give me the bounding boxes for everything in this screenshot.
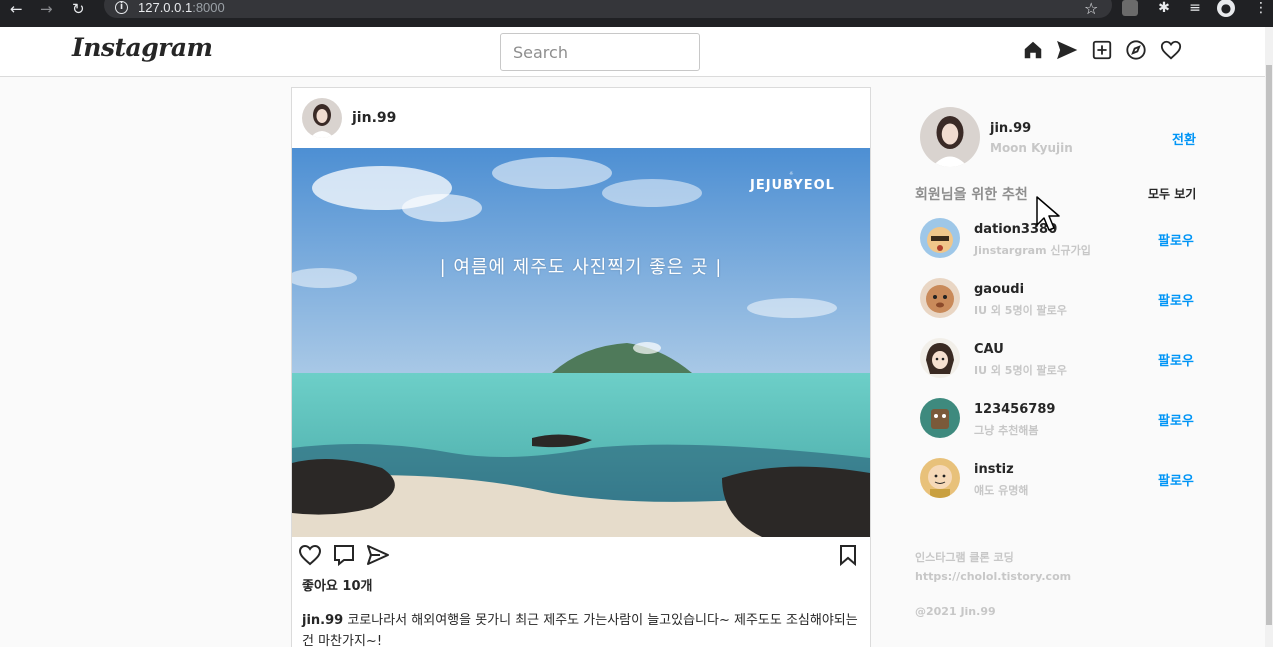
- mouse-cursor-icon: [1036, 196, 1060, 231]
- suggestion-avatar[interactable]: [920, 398, 960, 438]
- image-brand-text: JEJUBYEOL: [750, 178, 835, 193]
- new-post-icon[interactable]: [1091, 39, 1113, 61]
- follow-button[interactable]: 팔로우: [1158, 470, 1194, 489]
- suggestion-reason: IU 외 5명이 팔로우: [974, 364, 1067, 377]
- menu-icon[interactable]: ⋮: [1252, 0, 1270, 17]
- footer-info: 인스타그램 클론 코딩 https://cholol.tistory.com: [915, 548, 1071, 586]
- suggestion-item: CAU IU 외 5명이 팔로우 팔로우: [0, 338, 1265, 383]
- explore-icon[interactable]: [1125, 39, 1147, 61]
- suggestion-reason: 그냥 추천해봄: [974, 424, 1039, 437]
- switch-account-button[interactable]: 전환: [1172, 129, 1196, 148]
- footer-project-title: 인스타그램 클론 코딩: [915, 551, 1014, 564]
- suggestion-reason: IU 외 5명이 팔로우: [974, 304, 1067, 317]
- footer-copyright: @2021 Jin.99: [915, 605, 996, 618]
- puzzle-icon[interactable]: ✱: [1155, 0, 1173, 17]
- post-caption: jin.99 코로나라서 해외여행을 못가니 최근 제주도 가는사람이 늘고있습…: [302, 610, 862, 647]
- post-header: jin.99: [292, 88, 870, 148]
- top-nav: Instagram: [0, 27, 1265, 77]
- forward-icon[interactable]: →: [40, 0, 53, 18]
- suggestion-item: instiz 얘도 유명해 팔로우: [0, 458, 1265, 503]
- follow-button[interactable]: 팔로우: [1158, 230, 1194, 249]
- follow-button[interactable]: 팔로우: [1158, 350, 1194, 369]
- my-full-name: Moon Kyujin: [990, 141, 1073, 155]
- page-scrollbar[interactable]: [1265, 27, 1273, 647]
- suggestion-username[interactable]: CAU: [974, 342, 1004, 357]
- see-all-button[interactable]: 모두 보기: [1148, 185, 1196, 202]
- suggestion-item: gaoudi IU 외 5명이 팔로우 팔로우: [0, 278, 1265, 323]
- suggestion-reason: 얘도 유명해: [974, 484, 1029, 497]
- instagram-logo[interactable]: Instagram: [72, 33, 213, 62]
- suggestion-username[interactable]: gaoudi: [974, 282, 1024, 297]
- share-icon[interactable]: [366, 543, 390, 567]
- profile-icon[interactable]: ●: [1217, 0, 1235, 17]
- suggestion-item: 123456789 그냥 추천해봄 팔로우: [0, 398, 1265, 443]
- suggestion-reason: Jinstargram 신규가입: [974, 244, 1091, 257]
- url-text[interactable]: 127.0.0.1:8000: [138, 0, 225, 16]
- suggestions-title: 회원님을 위한 추천: [915, 187, 1028, 203]
- bookmark-icon[interactable]: [836, 543, 860, 567]
- follow-button[interactable]: 팔로우: [1158, 410, 1194, 429]
- like-heart-icon[interactable]: [298, 543, 322, 567]
- activity-heart-icon[interactable]: [1160, 39, 1182, 61]
- my-avatar[interactable]: [920, 107, 980, 167]
- direct-icon[interactable]: [1056, 39, 1078, 61]
- search-input[interactable]: [500, 33, 700, 71]
- browser-toolbar: ← → ↻ i 127.0.0.1:8000 ☆ ✱ ≡ ● ⋮: [0, 0, 1273, 27]
- suggestion-username[interactable]: 123456789: [974, 402, 1055, 417]
- suggestion-avatar[interactable]: [920, 338, 960, 378]
- comment-icon[interactable]: [332, 543, 356, 567]
- suggestion-username[interactable]: instiz: [974, 462, 1014, 477]
- bookmark-star-icon[interactable]: ☆: [1084, 0, 1098, 18]
- like-count[interactable]: 좋아요 10개: [302, 575, 372, 594]
- home-icon[interactable]: [1022, 39, 1044, 61]
- suggestion-avatar[interactable]: [920, 458, 960, 498]
- follow-button[interactable]: 팔로우: [1158, 290, 1194, 309]
- footer-link[interactable]: https://cholol.tistory.com: [915, 567, 1071, 586]
- site-info-icon[interactable]: i: [115, 1, 128, 14]
- my-username[interactable]: jin.99: [990, 121, 1031, 136]
- image-brand-tagline: ☼: [789, 171, 794, 177]
- post-author-avatar[interactable]: [302, 98, 342, 138]
- suggestion-avatar[interactable]: [920, 278, 960, 318]
- caption-username[interactable]: jin.99: [302, 613, 343, 628]
- address-bar[interactable]: [104, 0, 1112, 18]
- reload-icon[interactable]: ↻: [72, 0, 85, 18]
- suggestion-item: dation3380 Jinstargram 신규가입 팔로우: [0, 218, 1265, 263]
- suggestion-avatar[interactable]: [920, 218, 960, 258]
- extension-icon[interactable]: [1122, 0, 1138, 16]
- reading-list-icon[interactable]: ≡: [1186, 0, 1204, 17]
- scrollbar-thumb[interactable]: [1266, 65, 1272, 625]
- back-icon[interactable]: ←: [10, 0, 23, 18]
- caption-text: 코로나라서 해외여행을 못가니 최근 제주도 가는사람이 늘고있습니다~ 제주도…: [302, 613, 858, 647]
- post-author-username[interactable]: jin.99: [352, 110, 396, 126]
